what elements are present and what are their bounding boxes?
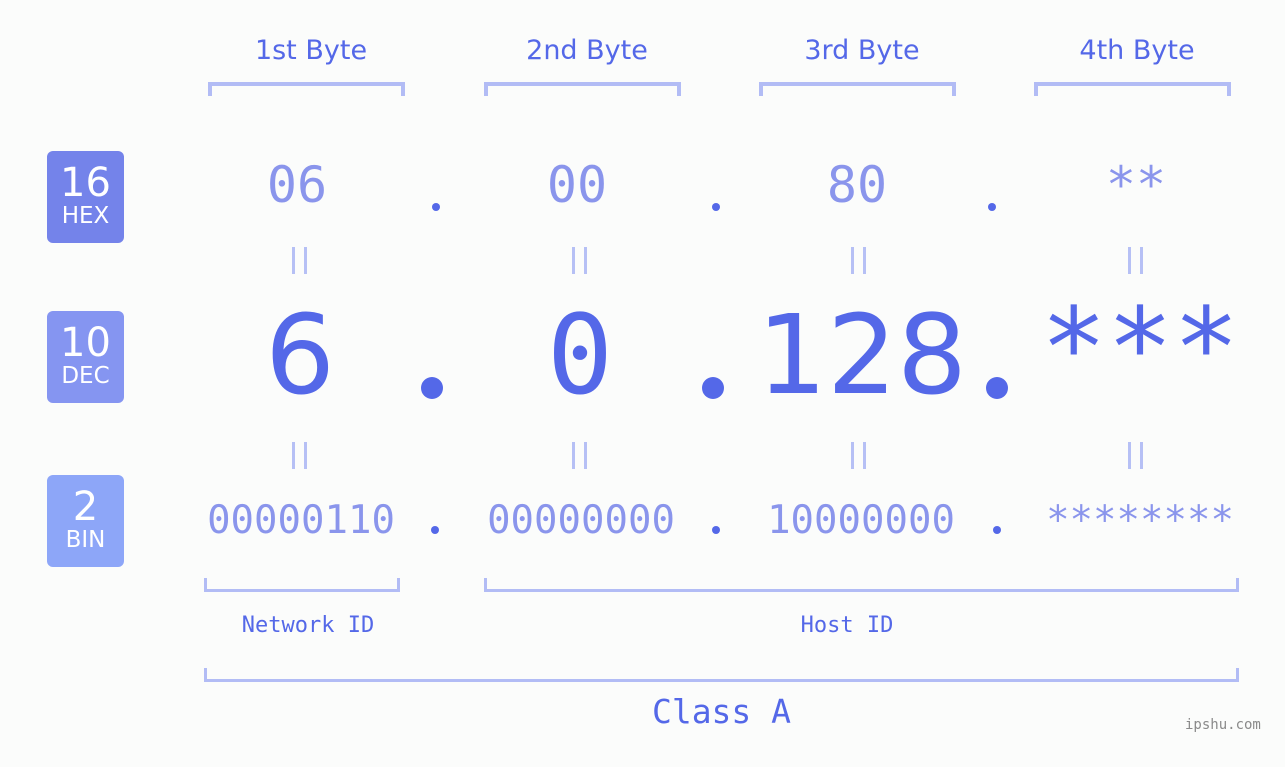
class-label: Class A	[651, 692, 792, 731]
equals-bar	[584, 247, 587, 274]
equals-bar	[863, 247, 866, 274]
equals-bar	[1128, 442, 1131, 469]
equals-bar	[572, 247, 575, 274]
network-id-label: Network ID	[241, 613, 375, 638]
bin-value-1: 00000110	[207, 498, 395, 543]
byte-bracket-2	[484, 82, 681, 96]
byte-header-1: 1st Byte	[254, 35, 368, 66]
dec-value-3: 128	[757, 291, 967, 419]
bin-dot-2	[712, 526, 720, 534]
equals-bar	[304, 442, 307, 469]
bin-dot-1	[431, 526, 439, 534]
dec-value-1: 6	[265, 291, 335, 419]
hex-base-number: 16	[60, 160, 111, 206]
hex-badge: 16 HEX	[47, 151, 124, 243]
hex-value-2: 00	[546, 156, 608, 214]
bin-base-label: BIN	[65, 527, 106, 553]
bin-value-2: 00000000	[487, 498, 675, 543]
dec-base-label: DEC	[61, 363, 110, 389]
equals-bar	[1128, 247, 1131, 274]
equals-bar	[1140, 442, 1143, 469]
host-id-label: Host ID	[800, 613, 894, 638]
dec-dot-3	[986, 377, 1008, 399]
byte-header-3: 3rd Byte	[804, 35, 920, 66]
byte-bracket-3	[759, 82, 956, 96]
hex-dot-1	[432, 203, 440, 211]
hex-value-1: 06	[266, 156, 328, 214]
byte-bracket-4	[1034, 82, 1231, 96]
network-id-bracket	[204, 578, 400, 592]
bin-dot-3	[993, 526, 1001, 534]
equals-bar	[1140, 247, 1143, 274]
dec-base-number: 10	[60, 320, 111, 366]
byte-header-4: 4th Byte	[1079, 35, 1195, 66]
equals-bar	[863, 442, 866, 469]
bin-base-number: 2	[72, 484, 99, 530]
bin-value-4: ********	[1046, 498, 1234, 543]
equals-bar	[292, 442, 295, 469]
host-id-bracket	[484, 578, 1239, 592]
dec-dot-2	[702, 377, 724, 399]
hex-value-4: **	[1105, 156, 1167, 214]
hex-dot-3	[988, 203, 996, 211]
bin-value-3: 10000000	[767, 498, 955, 543]
dec-value-4: ***	[1040, 284, 1240, 412]
equals-bar	[572, 442, 575, 469]
equals-bar	[851, 442, 854, 469]
hex-dot-2	[712, 203, 720, 211]
class-bracket	[204, 668, 1239, 682]
bin-badge: 2 BIN	[47, 475, 124, 567]
equals-bar	[292, 247, 295, 274]
equals-bar	[851, 247, 854, 274]
dec-dot-1	[421, 377, 443, 399]
equals-bar	[304, 247, 307, 274]
byte-bracket-1	[208, 82, 405, 96]
watermark: ipshu.com	[1185, 717, 1261, 733]
hex-value-3: 80	[826, 156, 888, 214]
dec-badge: 10 DEC	[47, 311, 124, 403]
dec-value-2: 0	[546, 291, 614, 419]
byte-header-2: 2nd Byte	[526, 35, 648, 66]
hex-base-label: HEX	[61, 203, 110, 229]
equals-bar	[584, 442, 587, 469]
